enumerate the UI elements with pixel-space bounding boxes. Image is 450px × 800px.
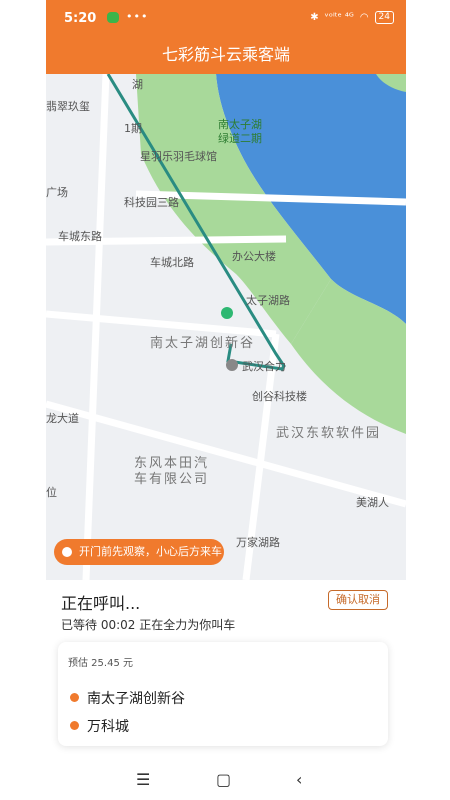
dropoff-label: 万科城 — [87, 719, 129, 735]
map-label: 广场 — [46, 186, 68, 199]
pickup-label: 南太子湖创新谷 — [87, 691, 185, 707]
fare-estimate: 预估 25.45 元 — [68, 658, 133, 669]
bluetooth-icon: ✱ — [310, 12, 319, 23]
calling-status: 正在呼叫... — [61, 594, 141, 613]
dropoff-stop: 万科城 — [70, 716, 129, 736]
map-label: 车城东路 — [58, 230, 102, 243]
pickup-stop: 南太子湖创新谷 — [70, 688, 185, 708]
start-marker — [221, 307, 233, 319]
map-label: 创谷科技楼 — [252, 390, 307, 403]
status-time: 5:20 — [64, 11, 97, 26]
signal-icon: ᵛᵒˡᵗᵉ ⁴ᴳ — [324, 12, 354, 23]
map-label: 太子湖路 — [246, 294, 290, 307]
tip-text: 开门前先观察，小心后方来车 — [79, 545, 222, 558]
map-label: 绿道二期 — [218, 132, 262, 145]
map-label: 1期 — [124, 122, 142, 135]
order-panel: 正在呼叫... 确认取消 已等待 00:02 正在全力为你叫车 预估 25.45… — [46, 580, 406, 770]
map-label: 星羽乐羽毛球馆 — [140, 150, 217, 163]
map-label: 美湖人 — [356, 496, 389, 509]
map-label: 龙大道 — [46, 412, 79, 425]
dropoff-dot-icon — [70, 721, 79, 730]
map-label: 武汉合力 — [242, 360, 286, 373]
map-view[interactable]: 翡翠玖玺 1期 南太子湖 绿道二期 星羽乐羽毛球馆 广场 科技园三路 车城东路 … — [46, 74, 406, 580]
wechat-icon — [107, 12, 119, 23]
back-icon[interactable]: ‹ — [296, 770, 302, 789]
more-notifications-icon: ••• — [126, 10, 149, 23]
wifi-icon: ◠ — [359, 12, 369, 23]
system-nav-bar: ☰ ▢ ‹ — [46, 770, 406, 800]
tip-dot-icon — [62, 547, 72, 557]
map-label: 湖 — [132, 78, 143, 91]
map-label: 车有限公司 — [134, 472, 210, 487]
trip-card: 预估 25.45 元 南太子湖创新谷 万科城 — [58, 642, 388, 746]
map-label: 办公大楼 — [232, 250, 276, 263]
battery-icon: 24 — [374, 11, 394, 24]
location-marker — [226, 359, 238, 371]
status-bar: 5:20 ••• ✱ ᵛᵒˡᵗᵉ ⁴ᴳ ◠ 24 — [46, 0, 406, 36]
map-label: 武汉东软软件园 — [276, 426, 382, 441]
menu-icon[interactable]: ☰ — [136, 770, 150, 789]
status-icons: ✱ ᵛᵒˡᵗᵉ ⁴ᴳ ◠ 24 — [310, 11, 394, 24]
map-canvas — [46, 74, 406, 580]
confirm-cancel-button[interactable]: 确认取消 — [328, 590, 388, 610]
map-label: 翡翠玖玺 — [46, 100, 90, 113]
pickup-dot-icon — [70, 693, 79, 702]
map-label: 位 — [46, 486, 57, 499]
safety-tip: 开门前先观察，小心后方来车 — [54, 539, 224, 565]
home-icon[interactable]: ▢ — [216, 770, 231, 789]
map-label: 万家湖路 — [236, 536, 280, 549]
map-label: 车城北路 — [150, 256, 194, 269]
map-label: 科技园三路 — [124, 196, 179, 209]
map-label: 南太子湖创新谷 — [150, 336, 256, 351]
app-title: 七彩筋斗云乘客端 — [46, 36, 406, 74]
waiting-status: 已等待 00:02 正在全力为你叫车 — [61, 618, 236, 632]
